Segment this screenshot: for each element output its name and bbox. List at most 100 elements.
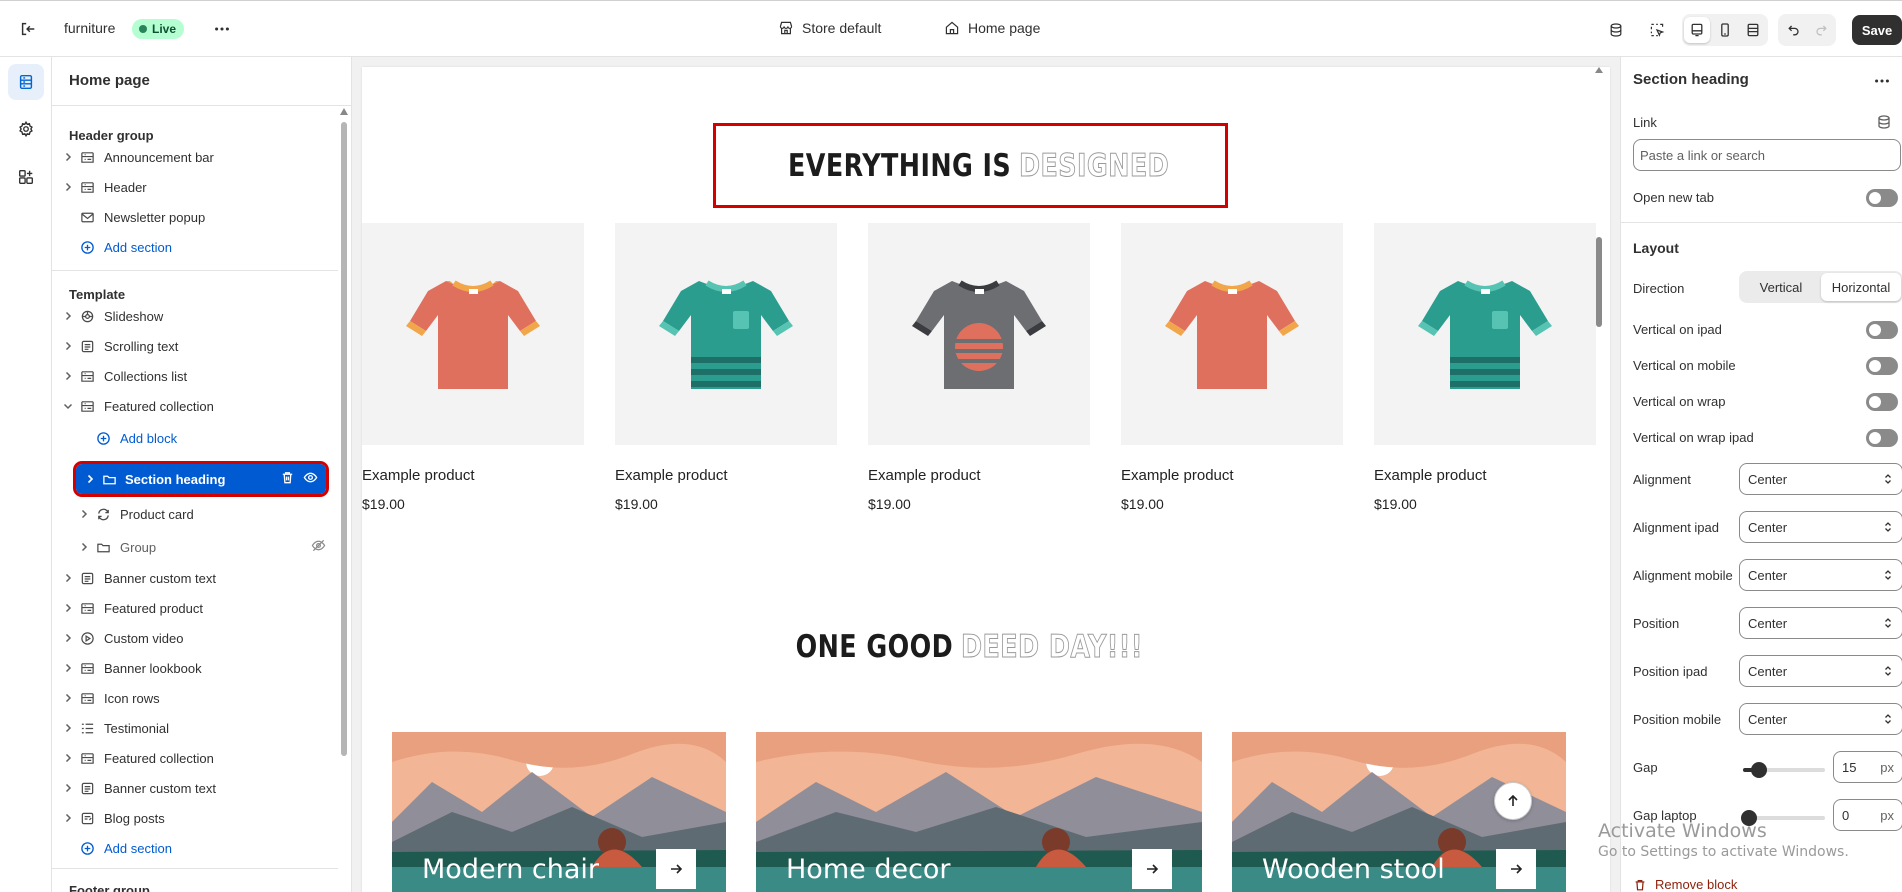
scroll-up-icon[interactable] [1595, 67, 1603, 73]
section-newsletter-popup[interactable]: Newsletter popup [60, 203, 330, 231]
chevron-right-icon[interactable] [76, 506, 92, 522]
section-custom-video[interactable]: Custom video [60, 624, 330, 652]
vertical-on-mobile-toggle[interactable] [1866, 357, 1898, 375]
more-actions-button[interactable] [210, 18, 234, 40]
product-name[interactable]: Example product [615, 467, 837, 484]
section-featured-product[interactable]: Featured product [60, 594, 330, 622]
apps-tab[interactable] [8, 159, 44, 195]
vertical-on-wrap-ipad-toggle[interactable] [1866, 429, 1898, 447]
add-section-header-group[interactable]: Add section [60, 233, 330, 261]
exit-icon[interactable] [16, 17, 40, 41]
link-input[interactable] [1633, 139, 1901, 171]
scrollbar-thumb[interactable] [1596, 237, 1602, 327]
product-name[interactable]: Example product [362, 467, 584, 484]
product-image[interactable] [868, 223, 1090, 445]
preview-scrollbar[interactable] [1595, 67, 1603, 892]
gap-input[interactable]: 15 px [1833, 751, 1902, 783]
open-new-tab-toggle[interactable] [1866, 189, 1898, 207]
chevron-right-icon[interactable] [82, 474, 98, 484]
add-section-template[interactable]: Add section [60, 834, 330, 862]
page-selector[interactable]: Home page [944, 20, 1040, 36]
section-scrolling-text[interactable]: Scrolling text [60, 332, 330, 360]
alignment-mobile-select[interactable]: Center [1739, 559, 1902, 591]
direction-vertical-option[interactable]: Vertical [1741, 273, 1821, 301]
add-block-button[interactable]: Add block [76, 424, 330, 452]
product-name[interactable]: Example product [1121, 467, 1343, 484]
section-collections-list[interactable]: Collections list [60, 362, 330, 390]
block-product-card[interactable]: Product card [76, 500, 330, 528]
chevron-right-icon[interactable] [60, 368, 76, 384]
section-featured-collection-2[interactable]: Featured collection [60, 744, 330, 772]
chevron-right-icon[interactable] [60, 660, 76, 676]
section-banner-custom-text-2[interactable]: Banner custom text [60, 774, 330, 802]
collection-banner[interactable]: Home decor [756, 732, 1202, 892]
remove-block-button[interactable]: Remove block [1633, 877, 1737, 892]
position-mobile-select[interactable]: Center [1739, 703, 1902, 735]
section-banner-lookbook[interactable]: Banner lookbook [60, 654, 330, 682]
product-card[interactable]: Example product $19.00 [1374, 223, 1596, 512]
apps-button[interactable] [1603, 17, 1629, 43]
chevron-right-icon[interactable] [76, 539, 92, 555]
vertical-on-wrap-toggle[interactable] [1866, 393, 1898, 411]
chevron-right-icon[interactable] [60, 810, 76, 826]
section-announcement-bar[interactable]: Announcement bar [60, 143, 330, 171]
chevron-right-icon[interactable] [60, 630, 76, 646]
chevron-right-icon[interactable] [60, 570, 76, 586]
banner-title[interactable]: Modern chair [422, 854, 599, 885]
chevron-right-icon[interactable] [60, 720, 76, 736]
scrollbar-thumb[interactable] [341, 122, 347, 756]
chevron-right-icon[interactable] [60, 338, 76, 354]
banner-title[interactable]: Home decor [786, 854, 951, 885]
section-heading-one-good-deed-day[interactable]: ONE GOOD DEED DAY!!! [662, 622, 1282, 672]
theme-settings-tab[interactable] [8, 111, 44, 147]
product-card[interactable]: Example product $19.00 [362, 223, 584, 512]
arrow-right-button[interactable] [1132, 849, 1172, 889]
theme-selector[interactable]: Store default [778, 20, 881, 36]
desktop-view-button[interactable] [1684, 17, 1710, 43]
section-header[interactable]: Header [60, 173, 330, 201]
product-card[interactable]: Example product $19.00 [1121, 223, 1343, 512]
chevron-right-icon[interactable] [60, 308, 76, 324]
scroll-to-top-button[interactable] [1494, 782, 1532, 820]
vertical-on-ipad-toggle[interactable] [1866, 321, 1898, 339]
chevron-right-icon[interactable] [60, 780, 76, 796]
product-image[interactable] [1121, 223, 1343, 445]
position-select[interactable]: Center [1739, 607, 1902, 639]
trash-icon[interactable] [280, 470, 295, 488]
alignment-ipad-select[interactable]: Center [1739, 511, 1902, 543]
inspector-button[interactable] [1644, 17, 1670, 43]
product-image[interactable] [1374, 223, 1596, 445]
product-image[interactable] [362, 223, 584, 445]
collection-banner[interactable]: Modern chair [392, 732, 726, 892]
sections-tab[interactable] [8, 64, 44, 100]
position-ipad-select[interactable]: Center [1739, 655, 1902, 687]
more-options-button[interactable] [1870, 69, 1894, 93]
chevron-right-icon[interactable] [60, 179, 76, 195]
redo-button[interactable] [1808, 17, 1834, 43]
gap-slider[interactable] [1743, 762, 1825, 778]
product-name[interactable]: Example product [1374, 467, 1596, 484]
eye-icon[interactable] [303, 470, 318, 488]
slider-handle[interactable] [1751, 762, 1767, 778]
arrow-right-button[interactable] [656, 849, 696, 889]
section-featured-collection[interactable]: Featured collection [60, 392, 330, 420]
chevron-right-icon[interactable] [60, 690, 76, 706]
eye-off-icon[interactable] [311, 538, 326, 556]
store-preview[interactable]: EVERYTHING IS DESIGNED Example product $… [362, 67, 1610, 892]
product-card[interactable]: Example product $19.00 [615, 223, 837, 512]
chevron-right-icon[interactable] [60, 600, 76, 616]
product-name[interactable]: Example product [868, 467, 1090, 484]
banner-title[interactable]: Wooden stool [1262, 854, 1445, 885]
section-blog-posts[interactable]: Blog posts [60, 804, 330, 832]
section-banner-custom-text[interactable]: Banner custom text [60, 564, 330, 592]
direction-horizontal-option[interactable]: Horizontal [1821, 273, 1901, 301]
alignment-select[interactable]: Center [1739, 463, 1902, 495]
block-group-hidden[interactable]: Group [76, 533, 330, 561]
chevron-right-icon[interactable] [60, 750, 76, 766]
dynamic-source-icon[interactable] [1876, 114, 1892, 130]
section-icon-rows[interactable]: Icon rows [60, 684, 330, 712]
sections-scrollbar[interactable] [338, 108, 348, 808]
scroll-up-icon[interactable] [340, 108, 348, 115]
fullwidth-view-button[interactable] [1740, 17, 1766, 43]
product-image[interactable] [615, 223, 837, 445]
